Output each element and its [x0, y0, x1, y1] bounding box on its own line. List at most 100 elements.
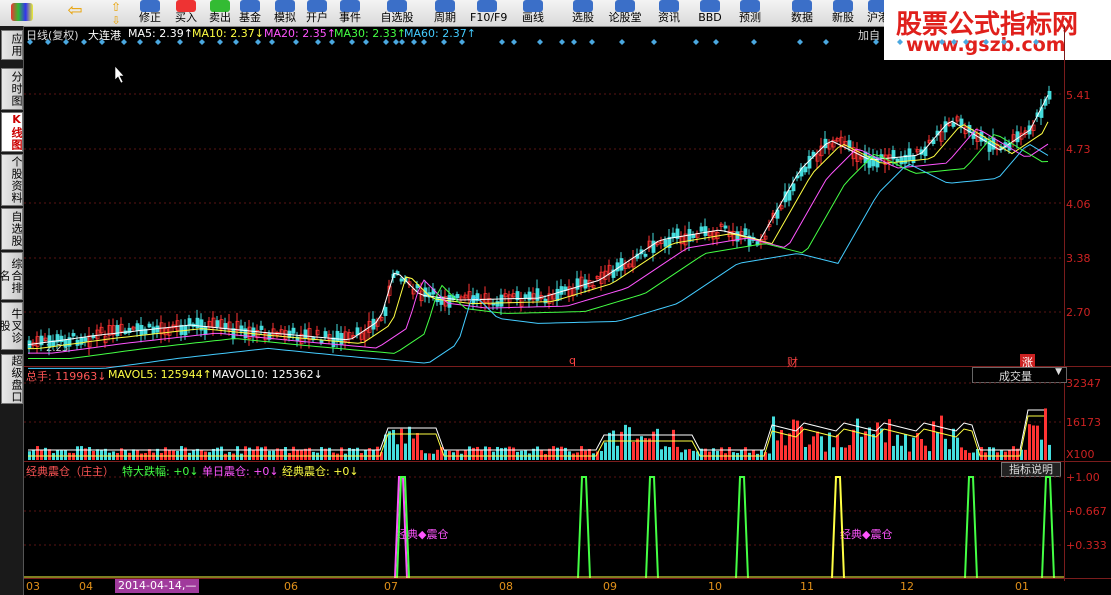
toolbar-button-12[interactable]: 论股堂 [608, 0, 642, 26]
toolbar-button-13[interactable]: 资讯 [652, 0, 686, 26]
toolbar-button-1[interactable]: 买入 [169, 0, 203, 26]
volume-bar [848, 445, 851, 460]
toolbar-button-10[interactable]: 画线 [516, 0, 550, 26]
toolbar-button-4[interactable]: 模拟 [268, 0, 302, 26]
toolbar-button-7[interactable]: 自选股 [380, 0, 414, 26]
volume-bar [640, 436, 643, 460]
candle-body [859, 156, 864, 160]
toolbar-button-5[interactable]: 开户 [300, 0, 334, 26]
volume-bar [952, 428, 955, 460]
sidebar-item-profile[interactable]: 个股资料 [1, 154, 23, 206]
candle-body [127, 327, 132, 333]
indicator-spike [735, 476, 749, 579]
volume-bar [756, 453, 759, 460]
indicator-classic-value: 经典震仓: +0↓ [282, 465, 359, 478]
back-arrow-icon[interactable]: ⇦ [62, 0, 88, 26]
candle-body [543, 298, 548, 304]
volume-bar [728, 447, 731, 460]
volume-bar [500, 448, 503, 460]
volume-bar [744, 447, 747, 460]
sidebar-item-diagnosis[interactable]: 牛叉诊股 [0, 302, 23, 350]
sidebar-item-intraday[interactable]: 分时图 [1, 68, 23, 110]
candle-body [1031, 124, 1036, 131]
candle-body [143, 328, 148, 335]
volume-bar [960, 447, 963, 460]
indicator-tick-1: +1.00 [1066, 471, 1100, 484]
toolbar-button-0[interactable]: 修正 [133, 0, 167, 26]
candle-body [339, 332, 344, 345]
signal-label-1: 经典◆震仓 [396, 528, 449, 541]
volume-bar [864, 431, 867, 460]
candle-body [79, 337, 84, 345]
indicator-name: 经典震仓（庄主） [26, 465, 114, 478]
candle-body [95, 329, 100, 340]
toolbar-button-17[interactable]: 新股 [826, 0, 860, 26]
sidebar-item-kline[interactable]: K线图 [1, 112, 23, 152]
mavol10-value: MAVOL10: 125362↓ [212, 368, 323, 381]
add-watch-label[interactable]: 加自 [858, 27, 880, 43]
candle-body [111, 325, 116, 336]
volume-bar [660, 449, 663, 460]
volume-bar [868, 427, 871, 460]
toolbar-button-label: 预测 [739, 11, 761, 24]
toolbar-button-16[interactable]: 数据 [785, 0, 819, 26]
candle-body [507, 294, 512, 303]
volume-bar [488, 447, 491, 460]
volume-bar [560, 446, 563, 460]
app-logo-icon[interactable] [4, 0, 40, 26]
candle-body [823, 138, 828, 149]
volume-bar [1048, 444, 1051, 460]
down-arrow-icon[interactable]: ⇧ ⇩ [104, 0, 128, 26]
toolbar-button-3[interactable]: 基金 [233, 0, 267, 26]
candle-body [583, 279, 588, 289]
candle-body [959, 118, 964, 127]
candle-body [91, 335, 96, 339]
candle-body [251, 327, 256, 336]
event-diamond-icon [693, 39, 699, 45]
toolbar-button-9[interactable]: F10/F9 [470, 0, 507, 26]
volume-bar [644, 438, 647, 460]
candle-body [1027, 125, 1032, 135]
candle-body [951, 122, 956, 127]
sidebar-item-watchlist[interactable]: 自选股 [1, 208, 23, 250]
candle-body [775, 209, 780, 219]
candle-body [807, 155, 812, 169]
toolbar-button-8[interactable]: 周期 [428, 0, 462, 26]
volume-bar [760, 450, 763, 460]
toolbar-button-label: 周期 [434, 11, 456, 24]
volume-bar [964, 450, 967, 460]
toolbar-button-6[interactable]: 事件 [333, 0, 367, 26]
candle-body [223, 323, 228, 330]
candle-body [787, 190, 792, 201]
sidebar-item-level2[interactable]: 超级盘口 [1, 354, 23, 404]
candle-body [67, 337, 72, 347]
sidebar-item-ranking[interactable]: 综合排名 [0, 252, 23, 300]
toolbar-button-11[interactable]: 选股 [566, 0, 600, 26]
candle-body [411, 288, 416, 295]
volume-bar [712, 448, 715, 460]
volume-bar [924, 445, 927, 460]
indicator-help-button[interactable]: 指标说明 [1001, 462, 1061, 477]
candle-body [187, 318, 192, 327]
kline-chart[interactable] [0, 0, 1111, 595]
candle-body [619, 258, 624, 271]
candle-body [719, 223, 724, 227]
volume-bar [192, 450, 195, 460]
event-q-marker[interactable]: q [569, 354, 576, 367]
candle-body [919, 149, 924, 155]
candle-body [267, 333, 272, 340]
volume-bar [1004, 451, 1007, 460]
volume-bar [532, 448, 535, 460]
volume-bar [340, 447, 343, 460]
candle-body [711, 231, 716, 240]
volume-indicator-select[interactable]: 成交量 ▼ [972, 367, 1067, 383]
price-tick-4: 3.38 [1066, 252, 1091, 265]
event-finance-marker[interactable]: 财 [787, 354, 798, 370]
toolbar-button-14[interactable]: BBD [693, 0, 727, 26]
volume-bar [844, 447, 847, 460]
candle-body [483, 293, 488, 303]
chart-period-label[interactable]: 日线(复权) [26, 27, 79, 43]
toolbar-button-2[interactable]: 卖出 [203, 0, 237, 26]
sidebar-item-apps[interactable]: 应用 [1, 30, 23, 60]
toolbar-button-15[interactable]: 预测 [733, 0, 767, 26]
